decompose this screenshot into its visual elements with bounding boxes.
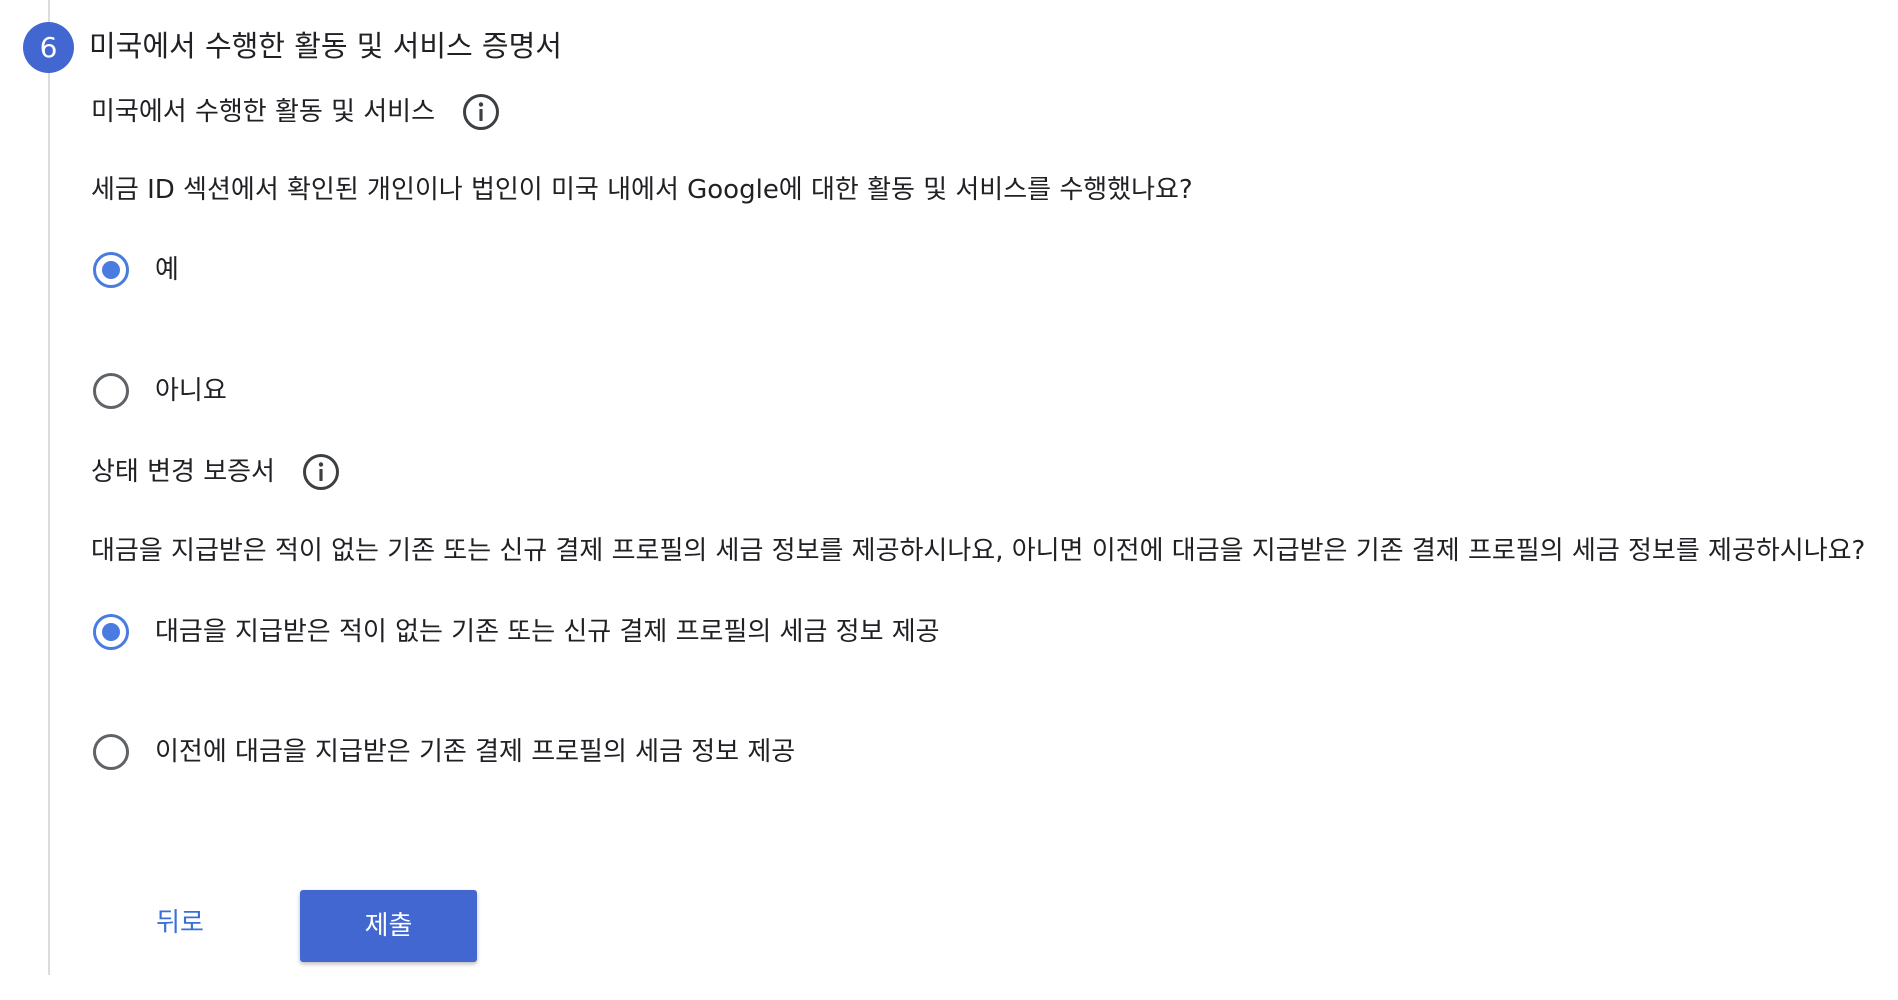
radio-button-yes[interactable]: [93, 252, 129, 288]
radio-button-existing-profile[interactable]: [93, 734, 129, 770]
activities-section-label: 미국에서 수행한 활동 및 서비스: [91, 92, 501, 132]
activities-label-text: 미국에서 수행한 활동 및 서비스: [91, 97, 436, 127]
step-connector-line: [48, 0, 50, 975]
info-circle-icon[interactable]: [301, 452, 341, 492]
activities-question: 세금 ID 섹션에서 확인된 개인이나 법인이 미국 내에서 Google에 대…: [91, 175, 1193, 205]
radio-label-yes: 예: [155, 255, 179, 285]
step-number-badge: 6: [23, 22, 74, 73]
radio-button-no[interactable]: [93, 373, 129, 409]
step-title: 미국에서 수행한 활동 및 서비스 증명서: [89, 29, 562, 63]
radio-option-no[interactable]: 아니요: [93, 371, 227, 411]
radio-label-new-profile: 대금을 지급받은 적이 없는 기존 또는 신규 결제 프로필의 세금 정보 제공: [155, 617, 940, 647]
radio-label-existing-profile: 이전에 대금을 지급받은 기존 결제 프로필의 세금 정보 제공: [155, 737, 796, 767]
radio-label-no: 아니요: [155, 376, 227, 406]
status-change-label-text: 상태 변경 보증서: [91, 457, 275, 487]
info-circle-icon[interactable]: [461, 92, 501, 132]
radio-option-existing-profile[interactable]: 이전에 대금을 지급받은 기존 결제 프로필의 세금 정보 제공: [93, 732, 795, 772]
status-change-question: 대금을 지급받은 적이 없는 기존 또는 신규 결제 프로필의 세금 정보를 제…: [91, 536, 1866, 566]
radio-option-yes[interactable]: 예: [93, 250, 179, 290]
radio-button-new-profile[interactable]: [93, 614, 129, 650]
submit-button[interactable]: 제출: [300, 890, 477, 962]
radio-option-new-profile[interactable]: 대금을 지급받은 적이 없는 기존 또는 신규 결제 프로필의 세금 정보 제공: [93, 612, 940, 652]
back-button[interactable]: 뒤로: [130, 898, 230, 948]
status-change-section-label: 상태 변경 보증서: [91, 452, 341, 492]
